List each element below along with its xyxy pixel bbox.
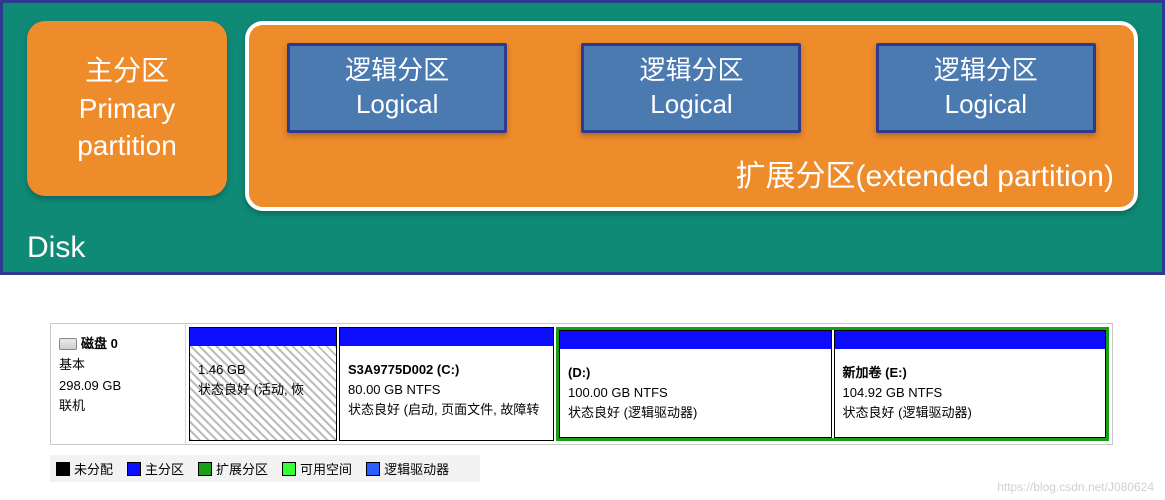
extended-partition-box: 逻辑分区 Logical 逻辑分区 Logical 逻辑分区 Logical 扩… xyxy=(245,21,1138,211)
legend-label: 扩展分区 xyxy=(216,459,268,478)
partition-c[interactable]: S3A9775D002 (C:) 80.00 GB NTFS 状态良好 (启动,… xyxy=(339,327,554,441)
logical-box-2: 逻辑分区 Logical xyxy=(581,43,801,133)
swatch-blue xyxy=(127,462,141,476)
partition-body: 新加卷 (E:) 104.92 GB NTFS 状态良好 (逻辑驱动器) xyxy=(835,349,1106,431)
logical-box-1: 逻辑分区 Logical xyxy=(287,43,507,133)
disk-icon xyxy=(59,338,77,350)
logical-zh: 逻辑分区 xyxy=(345,54,449,88)
disk-type: 基本 xyxy=(59,355,177,376)
partition-title: (D:) xyxy=(568,363,823,383)
partition-bar xyxy=(190,328,336,346)
legend-label: 未分配 xyxy=(74,459,113,478)
disk-partitions: 1.46 GB 状态良好 (活动, 恢 S3A9775D002 (C:) 80.… xyxy=(186,324,1112,444)
logical-en: Logical xyxy=(945,88,1027,122)
primary-en2: partition xyxy=(77,127,177,165)
legend-primary: 主分区 xyxy=(127,459,184,478)
legend-unallocated: 未分配 xyxy=(56,459,113,478)
extended-group: (D:) 100.00 GB NTFS 状态良好 (逻辑驱动器) 新加卷 (E:… xyxy=(556,327,1109,441)
logical-box-3: 逻辑分区 Logical xyxy=(876,43,1096,133)
partition-bar xyxy=(835,331,1106,349)
logical-zh: 逻辑分区 xyxy=(639,54,743,88)
diagram-inner: 主分区 Primary partition 逻辑分区 Logical 逻辑分区 … xyxy=(27,21,1138,211)
logical-row: 逻辑分区 Logical 逻辑分区 Logical 逻辑分区 Logical xyxy=(269,43,1114,133)
legend-logical: 逻辑驱动器 xyxy=(366,459,449,478)
logical-zh: 逻辑分区 xyxy=(934,54,1038,88)
legend-label: 可用空间 xyxy=(300,459,352,478)
swatch-green xyxy=(198,462,212,476)
primary-partition-box: 主分区 Primary partition xyxy=(27,21,227,196)
partition-status: 状态良好 (逻辑驱动器) xyxy=(568,403,823,423)
disk-status: 联机 xyxy=(59,396,177,417)
extended-label: 扩展分区(extended partition) xyxy=(736,151,1115,195)
swatch-black xyxy=(56,462,70,476)
disk-label: Disk xyxy=(27,231,1138,265)
partition-title: 新加卷 (E:) xyxy=(843,363,1098,383)
primary-zh: 主分区 xyxy=(85,52,169,90)
partition-size: 100.00 GB NTFS xyxy=(568,383,823,403)
partition-d[interactable]: (D:) 100.00 GB NTFS 状态良好 (逻辑驱动器) xyxy=(559,330,832,438)
watermark: https://blog.csdn.net/J080624 xyxy=(997,480,1154,494)
legend-label: 逻辑驱动器 xyxy=(384,459,449,478)
disk-row: 磁盘 0 基本 298.09 GB 联机 1.46 GB 状态良好 (活动, 恢… xyxy=(51,324,1112,444)
partition-body: 1.46 GB 状态良好 (活动, 恢 xyxy=(190,346,336,440)
partition-bar xyxy=(340,328,553,346)
legend-label: 主分区 xyxy=(145,459,184,478)
partition-diagram: 主分区 Primary partition 逻辑分区 Logical 逻辑分区 … xyxy=(0,0,1165,275)
partition-size: 1.46 GB xyxy=(198,360,328,380)
legend: 未分配 主分区 扩展分区 可用空间 逻辑驱动器 xyxy=(50,455,480,482)
partition-size: 80.00 GB NTFS xyxy=(348,380,545,400)
partition-title: S3A9775D002 (C:) xyxy=(348,360,545,380)
partition-e[interactable]: 新加卷 (E:) 104.92 GB NTFS 状态良好 (逻辑驱动器) xyxy=(834,330,1107,438)
partition-bar xyxy=(560,331,831,349)
partition-body: S3A9775D002 (C:) 80.00 GB NTFS 状态良好 (启动,… xyxy=(340,346,553,428)
partition-body: (D:) 100.00 GB NTFS 状态良好 (逻辑驱动器) xyxy=(560,349,831,431)
logical-en: Logical xyxy=(356,88,438,122)
disk-management-panel: 磁盘 0 基本 298.09 GB 联机 1.46 GB 状态良好 (活动, 恢… xyxy=(50,323,1113,445)
logical-en: Logical xyxy=(650,88,732,122)
legend-extended: 扩展分区 xyxy=(198,459,268,478)
partition-status: 状态良好 (启动, 页面文件, 故障转 xyxy=(348,400,545,420)
partition-unallocated[interactable]: 1.46 GB 状态良好 (活动, 恢 xyxy=(189,327,337,441)
legend-free: 可用空间 xyxy=(282,459,352,478)
partition-status: 状态良好 (逻辑驱动器) xyxy=(843,403,1098,423)
disk-header: 磁盘 0 基本 298.09 GB 联机 xyxy=(51,324,186,444)
swatch-blue2 xyxy=(366,462,380,476)
disk-size: 298.09 GB xyxy=(59,376,177,397)
partition-size: 104.92 GB NTFS xyxy=(843,383,1098,403)
primary-en1: Primary xyxy=(79,90,175,128)
partition-status: 状态良好 (活动, 恢 xyxy=(198,380,328,400)
swatch-lime xyxy=(282,462,296,476)
disk-title: 磁盘 0 xyxy=(81,336,118,351)
